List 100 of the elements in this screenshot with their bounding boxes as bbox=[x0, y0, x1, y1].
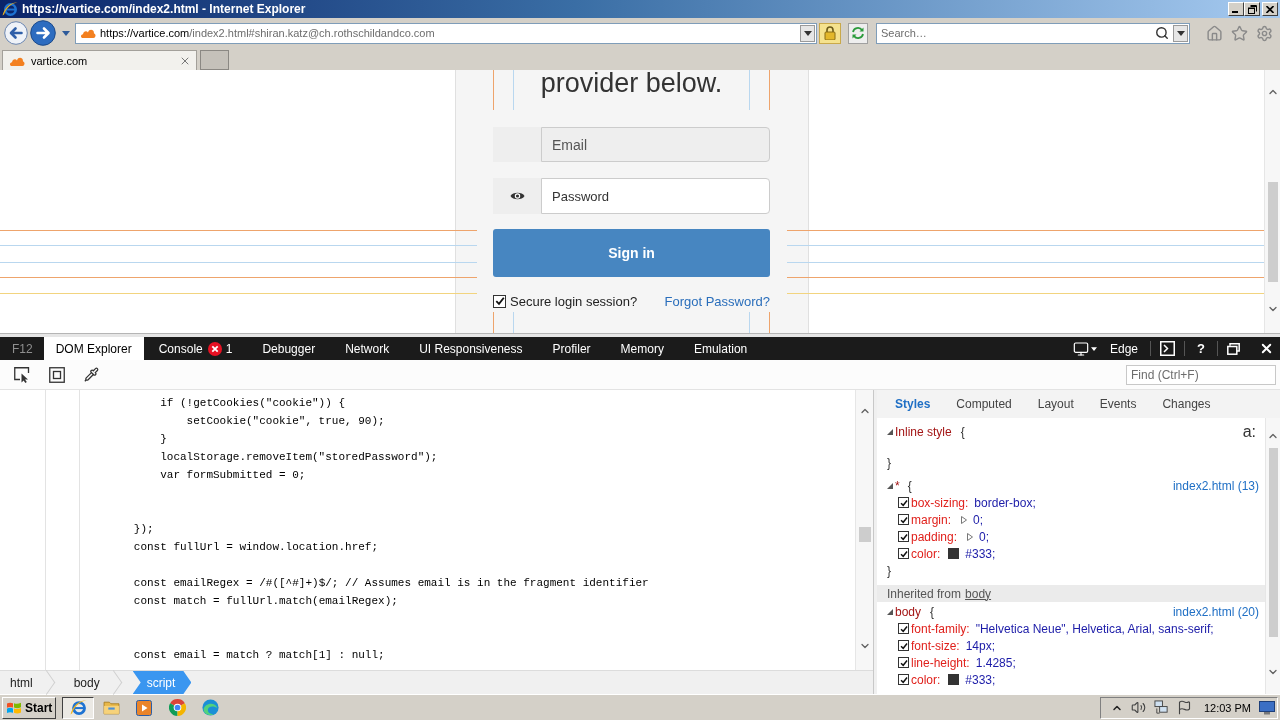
help-button[interactable]: ? bbox=[1194, 341, 1208, 356]
speaker-icon[interactable] bbox=[1130, 700, 1146, 715]
pseudo-state-toggle[interactable]: a: bbox=[1242, 423, 1256, 440]
checkbox[interactable] bbox=[898, 657, 909, 668]
property-name: margin: bbox=[911, 512, 951, 527]
checkbox[interactable] bbox=[898, 514, 909, 525]
devtools-tab[interactable]: DOM Explorer bbox=[43, 337, 144, 360]
code-scrollbar[interactable] bbox=[855, 390, 873, 670]
scrollbar-thumb[interactable] bbox=[1267, 182, 1278, 282]
refresh-arrows-icon bbox=[851, 26, 865, 40]
property-name: color: bbox=[911, 546, 941, 561]
url-text[interactable]: https://vartice.com/index2.html#shiran.katz@ch.rothschildandco.com bbox=[100, 27, 435, 39]
styles-scrollbar[interactable] bbox=[1265, 418, 1280, 694]
lock-icon bbox=[824, 26, 836, 40]
forward-button[interactable] bbox=[30, 20, 56, 46]
styles-tab[interactable]: Layout bbox=[1024, 397, 1087, 411]
checkbox[interactable] bbox=[898, 623, 909, 634]
find-field[interactable]: Find (Ctrl+F) bbox=[1126, 364, 1276, 385]
close-icon[interactable] bbox=[1259, 341, 1274, 356]
close-brace: } bbox=[887, 455, 891, 470]
checkbox[interactable] bbox=[898, 674, 909, 685]
back-button[interactable] bbox=[4, 21, 28, 45]
minimize-button[interactable] bbox=[1228, 2, 1244, 16]
flag-icon[interactable] bbox=[1176, 700, 1192, 715]
expanded-triangle-icon[interactable] bbox=[887, 608, 893, 615]
ie-logo-icon bbox=[2, 1, 18, 17]
css-selector: body bbox=[895, 604, 922, 619]
monitor-icon[interactable] bbox=[1073, 340, 1089, 357]
ie-icon bbox=[69, 699, 87, 716]
close-icon bbox=[1266, 5, 1274, 13]
star-icon[interactable] bbox=[1231, 24, 1248, 42]
search-input[interactable]: Search… bbox=[881, 24, 1151, 42]
restore-icon bbox=[1247, 4, 1257, 14]
devtools-tab[interactable]: Profiler bbox=[537, 337, 606, 360]
devtools-tab[interactable]: Console 1 bbox=[143, 337, 248, 360]
checkbox[interactable] bbox=[898, 497, 909, 508]
expanded-triangle-icon[interactable] bbox=[887, 482, 893, 489]
styles-tab[interactable]: Computed bbox=[943, 397, 1025, 411]
code-line: if (!getCookies("cookie")) { bbox=[160, 396, 346, 410]
windows-flag-icon bbox=[6, 700, 22, 715]
browser-tab[interactable]: vartice.com bbox=[2, 50, 197, 70]
start-button[interactable]: Start bbox=[2, 696, 56, 719]
folder-icon bbox=[102, 700, 120, 715]
select-element-icon[interactable] bbox=[14, 366, 30, 383]
sign-in-button[interactable]: Sign in bbox=[493, 229, 770, 277]
property-name: color: bbox=[911, 672, 941, 687]
property-name: font-family: bbox=[911, 621, 970, 636]
refresh-button[interactable] bbox=[848, 22, 868, 44]
caret-icon[interactable] bbox=[1091, 346, 1097, 351]
code-line: const emailRegex = /#([^#]+)$/; // Assumes email is in the fragment identifier bbox=[133, 576, 649, 590]
close-brace: } bbox=[887, 563, 891, 578]
property-value: 14px; bbox=[965, 638, 996, 653]
address-bar[interactable]: https://vartice.com/index2.html#shiran.katz@ch.rothschildandco.com bbox=[75, 22, 817, 44]
taskbar-app-button[interactable] bbox=[62, 696, 94, 719]
checkbox[interactable] bbox=[898, 531, 909, 542]
address-dropdown-button[interactable] bbox=[800, 24, 815, 42]
inherited-label: Inherited from bbox=[887, 586, 962, 601]
document-mode-dropdown[interactable]: Edge bbox=[1110, 341, 1139, 356]
source-link[interactable]: index2.html (13) bbox=[1172, 478, 1259, 493]
page-scrollbar[interactable] bbox=[1264, 70, 1280, 333]
devtools-tab[interactable]: Network bbox=[330, 337, 405, 360]
source-link[interactable]: index2.html (20) bbox=[1172, 604, 1259, 619]
close-button[interactable] bbox=[1262, 2, 1278, 16]
eye-icon[interactable] bbox=[509, 191, 525, 201]
scrollbar-thumb[interactable] bbox=[1268, 448, 1278, 637]
devtools-tab[interactable]: Memory bbox=[605, 337, 679, 360]
checkbox[interactable] bbox=[898, 640, 909, 651]
forgot-password-link[interactable]: Forgot Password? bbox=[664, 293, 770, 309]
search-dropdown-button[interactable] bbox=[1173, 24, 1188, 42]
console-icon[interactable] bbox=[1160, 341, 1176, 356]
property-name: box-sizing: bbox=[911, 495, 969, 510]
search-icon[interactable] bbox=[1155, 26, 1169, 40]
eyedropper-icon[interactable] bbox=[84, 367, 99, 382]
styles-tab[interactable]: Events bbox=[1086, 397, 1150, 411]
password-field[interactable]: Password bbox=[541, 178, 770, 214]
box-model-icon[interactable] bbox=[49, 366, 65, 383]
scrollbar-thumb[interactable] bbox=[858, 527, 871, 542]
devtools-tab[interactable]: Emulation bbox=[678, 337, 763, 360]
open-brace: { bbox=[960, 424, 965, 439]
network-icon[interactable] bbox=[1153, 700, 1169, 715]
element-link[interactable]: body bbox=[965, 586, 992, 601]
security-button[interactable] bbox=[819, 22, 841, 44]
code-line: localStorage.removeItem("storedPassword"); bbox=[160, 450, 438, 464]
checkbox[interactable] bbox=[898, 548, 909, 559]
property-value: 0; bbox=[979, 529, 990, 544]
restore-icon[interactable] bbox=[1227, 342, 1240, 355]
property-value: #333; bbox=[965, 672, 996, 687]
styles-tab[interactable]: Changes bbox=[1149, 397, 1224, 411]
checkbox[interactable] bbox=[493, 294, 506, 308]
property-name: line-height: bbox=[911, 655, 970, 670]
show-desktop-icon[interactable] bbox=[1259, 700, 1275, 715]
search-bar[interactable]: Search… bbox=[876, 22, 1190, 44]
expand-triangle-icon[interactable] bbox=[961, 515, 967, 524]
styles-tab[interactable]: Styles bbox=[882, 397, 944, 411]
expanded-triangle-icon[interactable] bbox=[887, 428, 893, 435]
restore-button[interactable] bbox=[1244, 2, 1260, 16]
devtools-tab[interactable]: Debugger bbox=[247, 337, 331, 360]
code-line: } bbox=[160, 432, 167, 446]
expand-triangle-icon[interactable] bbox=[967, 532, 974, 541]
devtools-tab[interactable]: UI Responsiveness bbox=[404, 337, 538, 360]
